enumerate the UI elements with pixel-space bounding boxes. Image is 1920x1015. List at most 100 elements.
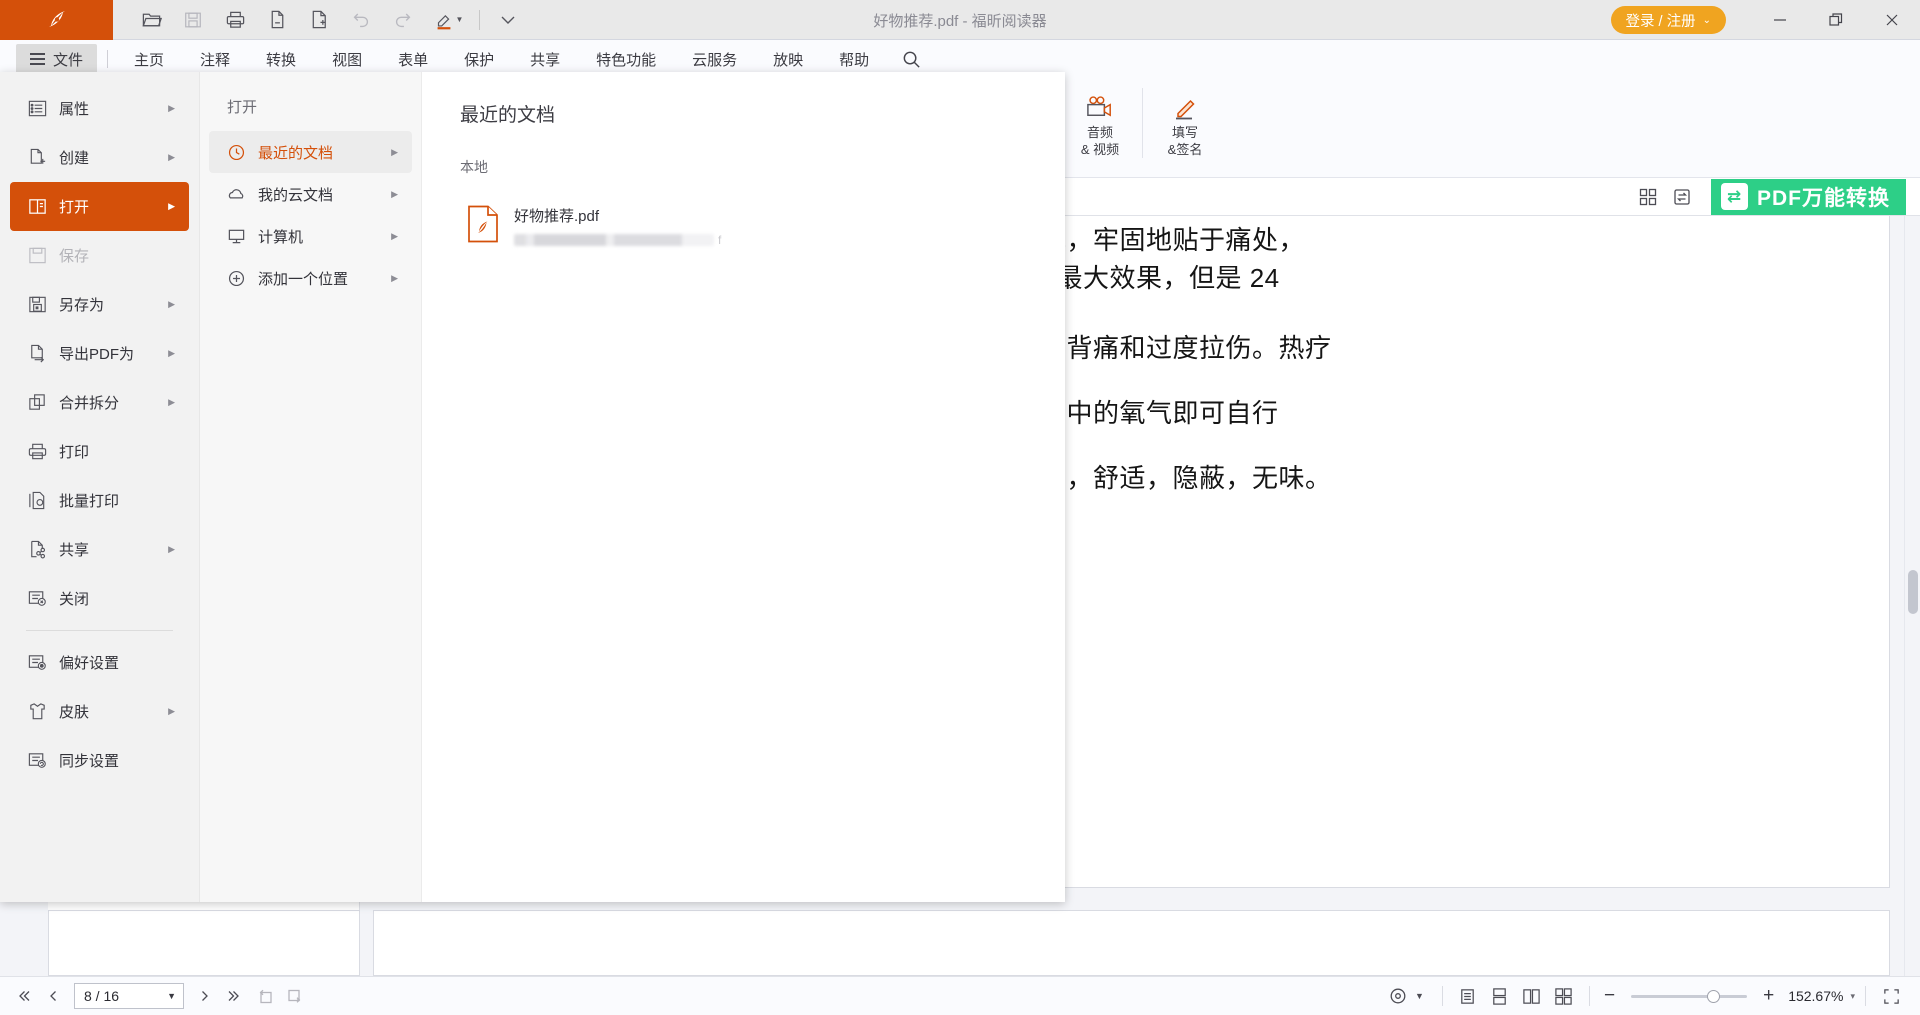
backstage-item-close-label: 关闭 xyxy=(59,588,89,609)
vertical-scrollbar[interactable] xyxy=(1904,216,1920,976)
qat-highlight-icon[interactable]: ▼ xyxy=(425,3,471,37)
backstage-item-open[interactable]: 打开 ▶ xyxy=(10,182,189,231)
prev-page-button[interactable] xyxy=(38,981,68,1011)
first-page-button[interactable] xyxy=(8,981,38,1011)
export-pdf-icon xyxy=(27,343,59,364)
next-page-button[interactable] xyxy=(190,981,220,1011)
ribbon-fill-sign-label-1: 填写 xyxy=(1172,124,1198,141)
qat-print-icon[interactable] xyxy=(215,3,255,37)
backstage-recent-panel: 最近的文档 本地 好物推荐.pdf f xyxy=(422,72,1065,902)
view-mode-button[interactable] xyxy=(1383,981,1413,1011)
foxit-reader-window: ▼ 好物推荐.pdf - 福昕阅读器 登录 / 注册 ⌄ xyxy=(0,0,1920,1015)
backstage-item-preferences-label: 偏好设置 xyxy=(59,652,119,673)
location-recent-documents-label: 最近的文档 xyxy=(258,142,333,163)
continuous-icon[interactable] xyxy=(1485,981,1515,1011)
backstage-item-export-pdf[interactable]: 导出PDF为 ▶ xyxy=(10,329,189,378)
backstage-item-print[interactable]: 打印 xyxy=(10,427,189,476)
page-number-input[interactable]: 8 / 16 ▼ xyxy=(74,983,184,1009)
backstage-item-merge-split[interactable]: 合并拆分 ▶ xyxy=(10,378,189,427)
rotate-left-button[interactable] xyxy=(250,981,280,1011)
backstage-item-create[interactable]: 创建 ▶ xyxy=(10,133,189,182)
recent-file-item[interactable]: 好物推荐.pdf f xyxy=(460,199,790,255)
login-register-button[interactable]: 登录 / 注册 ⌄ xyxy=(1611,6,1726,34)
properties-icon xyxy=(27,98,59,119)
ribbon-fill-sign-label-2: &签名 xyxy=(1168,141,1203,158)
backstage-item-skin[interactable]: 皮肤 ▶ xyxy=(10,687,189,736)
maximize-button[interactable] xyxy=(1808,0,1864,40)
zoom-in-button[interactable]: + xyxy=(1759,985,1778,1007)
share-icon xyxy=(27,539,59,560)
recent-file-meta: 好物推荐.pdf f xyxy=(514,205,721,247)
save-disk-icon xyxy=(27,245,59,266)
qat-create-from-file-icon[interactable] xyxy=(257,3,297,37)
location-add-place[interactable]: 添加一个位置 ▶ xyxy=(209,257,412,299)
view-mode-caret-icon[interactable]: ▼ xyxy=(1415,991,1424,1001)
ribbon-fill-sign-button[interactable]: 填写 &签名 xyxy=(1149,84,1221,158)
chevron-down-icon[interactable]: ▼ xyxy=(167,991,176,1001)
backstage-item-preferences[interactable]: 偏好设置 xyxy=(10,638,189,687)
status-divider xyxy=(1442,986,1443,1006)
video-camera-icon xyxy=(1085,92,1116,124)
backstage-item-share[interactable]: 共享 ▶ xyxy=(10,525,189,574)
pdf-converter-button[interactable]: ⇄ PDF万能转换 xyxy=(1711,179,1906,215)
qat-customize-icon[interactable] xyxy=(488,3,528,37)
fullscreen-button[interactable] xyxy=(1876,981,1906,1011)
location-computer[interactable]: 计算机 ▶ xyxy=(209,215,412,257)
qat-undo-icon[interactable] xyxy=(341,3,381,37)
scrollbar-thumb[interactable] xyxy=(1908,570,1918,614)
preferences-icon xyxy=(27,652,59,673)
page-number-value: 8 / 16 xyxy=(84,988,119,1004)
backstage-item-close[interactable]: 关闭 xyxy=(10,574,189,623)
backstage-item-save: 保存 xyxy=(10,231,189,280)
location-my-cloud-label: 我的云文档 xyxy=(258,184,333,205)
backstage-item-print-label: 打印 xyxy=(59,441,89,462)
backstage-item-sync-settings-label: 同步设置 xyxy=(59,750,119,771)
qat-redo-icon[interactable] xyxy=(383,3,423,37)
create-icon xyxy=(27,147,59,168)
quick-access-toolbar: ▼ xyxy=(113,0,528,40)
location-my-cloud[interactable]: 我的云文档 ▶ xyxy=(209,173,412,215)
zoom-slider-handle[interactable] xyxy=(1707,990,1720,1003)
file-backstage-menu[interactable]: 属性 ▶ 创建 ▶ 打开 xyxy=(0,72,1065,902)
facing-icon[interactable] xyxy=(1517,981,1547,1011)
backstage-item-open-label: 打开 xyxy=(59,196,89,217)
pdf-file-icon xyxy=(467,205,499,247)
location-recent-documents[interactable]: 最近的文档 ▶ xyxy=(209,131,412,173)
grid-view-icon[interactable] xyxy=(1631,182,1665,212)
chevron-right-icon: ▶ xyxy=(391,273,398,284)
qat-new-blank-icon[interactable] xyxy=(299,3,339,37)
status-divider xyxy=(1589,986,1590,1006)
pdf-page-next[interactable] xyxy=(373,910,1890,976)
qat-open-icon[interactable] xyxy=(131,3,171,37)
pdf-converter-label: PDF万能转换 xyxy=(1757,182,1890,212)
qat-save-icon[interactable] xyxy=(173,3,213,37)
recent-file-name: 好物推荐.pdf xyxy=(514,205,721,226)
status-bar: 8 / 16 ▼ xyxy=(0,976,1920,1015)
zoom-caret-icon[interactable]: ▾ xyxy=(1850,991,1855,1002)
backstage-item-sync-settings[interactable]: 同步设置 xyxy=(10,736,189,785)
last-page-button[interactable] xyxy=(220,981,250,1011)
chevron-right-icon: ▶ xyxy=(391,189,398,200)
minimize-button[interactable] xyxy=(1752,0,1808,40)
compare-icon[interactable] xyxy=(1665,182,1699,212)
backstage-item-batch-print[interactable]: 批量打印 xyxy=(10,476,189,525)
tab-file[interactable]: 文件 xyxy=(16,44,97,74)
rotate-right-button[interactable] xyxy=(280,981,310,1011)
clock-icon xyxy=(227,143,258,162)
zoom-level-value[interactable]: 152.67% xyxy=(1788,988,1843,1004)
backstage-item-skin-label: 皮肤 xyxy=(59,701,89,722)
backstage-item-export-pdf-label: 导出PDF为 xyxy=(59,343,134,364)
chevron-right-icon: ▶ xyxy=(168,103,175,114)
single-page-icon[interactable] xyxy=(1453,981,1483,1011)
ribbon-divider xyxy=(1142,88,1143,158)
ribbon-audio-video-button[interactable]: 音频 & 视频 xyxy=(1064,84,1136,158)
plus-circle-icon xyxy=(227,269,258,288)
location-add-place-label: 添加一个位置 xyxy=(258,268,348,289)
backstage-item-properties[interactable]: 属性 ▶ xyxy=(10,84,189,133)
backstage-item-save-as[interactable]: 另存为 ▶ xyxy=(10,280,189,329)
close-button[interactable] xyxy=(1864,0,1920,40)
backstage-item-batch-print-label: 批量打印 xyxy=(59,490,119,511)
zoom-slider[interactable] xyxy=(1631,995,1747,998)
facing-continuous-icon[interactable] xyxy=(1549,981,1579,1011)
zoom-out-button[interactable]: − xyxy=(1600,985,1619,1007)
